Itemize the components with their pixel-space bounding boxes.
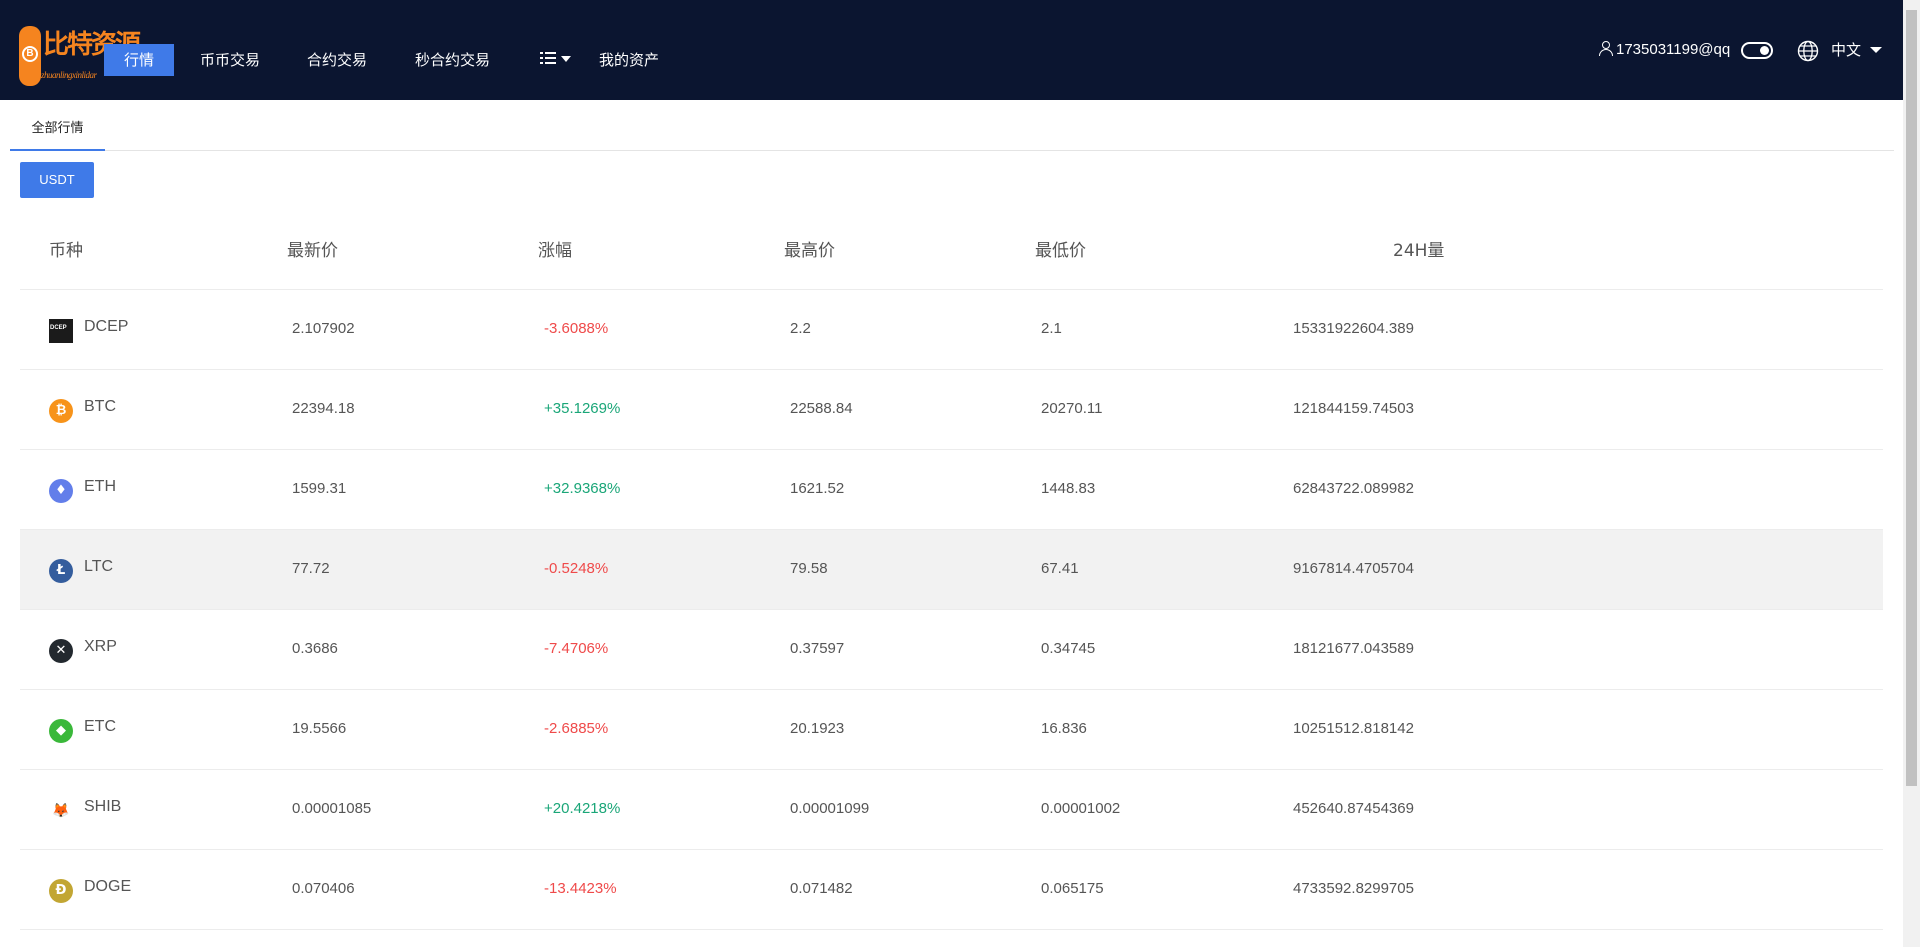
user-account-label: 1735031199@qq — [1616, 41, 1731, 58]
table-row[interactable]: ♦ ETH 1599.31 +32.9368% 1621.52 1448.83 … — [20, 450, 1883, 530]
volume-24h: 15331922604.389 — [1293, 320, 1414, 337]
chevron-down-icon — [561, 56, 571, 62]
column-header-low: 最低价 — [1035, 241, 1086, 261]
coin-name: DCEP — [84, 318, 129, 335]
volume-24h: 10251512.818142 — [1293, 720, 1414, 737]
latest-price: 0.3686 — [292, 640, 338, 657]
low-price: 2.1 — [1041, 320, 1062, 337]
column-header-high: 最高价 — [784, 241, 835, 261]
brand-logo[interactable]: B 比特资源 zhuanlingxinlidar — [19, 24, 141, 88]
coin-name: SHIB — [84, 798, 122, 815]
nav-item-second-contract[interactable]: 秒合约交易 — [415, 44, 490, 76]
nav-item-my-assets[interactable]: 我的资产 — [599, 44, 659, 76]
low-price: 0.065175 — [1041, 880, 1104, 897]
nav-item-market[interactable]: 行情 — [104, 44, 175, 76]
price-change: -13.4423% — [544, 880, 617, 897]
coin-name: ETC — [84, 718, 116, 735]
price-change: -0.5248% — [544, 560, 609, 577]
coin-name: LTC — [84, 558, 114, 575]
brand-subtitle: zhuanlingxinlidar — [41, 70, 97, 80]
column-header-volume: 24H量 — [1393, 241, 1445, 261]
high-price: 0.00001099 — [790, 800, 870, 817]
language-selector[interactable]: 中文 — [1831, 38, 1861, 62]
coin-name: ETH — [84, 478, 116, 495]
latest-price: 1599.31 — [292, 480, 347, 497]
scrollbar-thumb[interactable] — [1906, 10, 1917, 786]
dcep-icon: DCEP — [49, 319, 73, 343]
low-price: 20270.11 — [1041, 400, 1103, 417]
latest-price: 77.72 — [292, 560, 330, 577]
high-price: 0.071482 — [790, 880, 853, 897]
price-change: +35.1269% — [544, 400, 621, 417]
shib-icon: 🦊 — [49, 799, 73, 823]
column-header-change: 涨幅 — [538, 241, 572, 261]
low-price: 16.836 — [1041, 720, 1087, 737]
table-row[interactable]: Ł LTC 77.72 -0.5248% 79.58 67.41 9167814… — [20, 530, 1883, 610]
coin-name: BTC — [84, 398, 116, 415]
page: B 比特资源 zhuanlingxinlidar 行情 币币交易 合约交易 秒合… — [0, 0, 1920, 947]
nav-item-contract-trading[interactable]: 合约交易 — [307, 44, 367, 76]
volume-24h: 9167814.4705704 — [1293, 560, 1414, 577]
price-change: -3.6088% — [544, 320, 609, 337]
column-header-price: 最新价 — [287, 241, 338, 261]
low-price: 1448.83 — [1041, 480, 1096, 497]
market-table: 币种 最新价 涨幅 最高价 最低价 24H量 DCEP DCEP 2.10790… — [20, 208, 1883, 930]
etc-icon: ◆ — [49, 719, 73, 743]
globe-icon[interactable] — [1797, 40, 1819, 62]
xrp-icon: ✕ — [49, 639, 73, 663]
latest-price: 0.070406 — [292, 880, 355, 897]
table-row[interactable]: DCEP DCEP 2.107902 -3.6088% 2.2 2.1 1533… — [20, 290, 1883, 370]
table-row[interactable]: Ð DOGE 0.070406 -13.4423% 0.071482 0.065… — [20, 850, 1883, 930]
btc-icon: ₿ — [49, 399, 73, 423]
high-price: 1621.52 — [790, 480, 845, 497]
table-header: 币种 最新价 涨幅 最高价 最低价 24H量 — [20, 208, 1883, 290]
volume-24h: 452640.87454369 — [1293, 800, 1414, 817]
user-icon — [1598, 40, 1614, 56]
high-price: 79.58 — [790, 560, 828, 577]
top-navbar: B 比特资源 zhuanlingxinlidar 行情 币币交易 合约交易 秒合… — [0, 0, 1903, 100]
price-change: +20.4218% — [544, 800, 621, 817]
bitcoin-logo-icon: B — [22, 46, 38, 62]
table-row[interactable]: ✕ XRP 0.3686 -7.4706% 0.37597 0.34745 18… — [20, 610, 1883, 690]
price-change: -7.4706% — [544, 640, 609, 657]
nav-item-spot-trading[interactable]: 币币交易 — [200, 44, 260, 76]
market-tabs: 全部行情 — [10, 100, 1894, 151]
table-row[interactable]: ₿ BTC 22394.18 +35.1269% 22588.84 20270.… — [20, 370, 1883, 450]
volume-24h: 4733592.8299705 — [1293, 880, 1414, 897]
volume-24h: 18121677.043589 — [1293, 640, 1414, 657]
coin-name: DOGE — [84, 878, 132, 895]
table-row[interactable]: 🦊 SHIB 0.00001085 +20.4218% 0.00001099 0… — [20, 770, 1883, 850]
volume-24h: 62843722.089982 — [1293, 480, 1414, 497]
high-price: 22588.84 — [790, 400, 853, 417]
latest-price: 22394.18 — [292, 400, 355, 417]
toggle-knob — [1760, 46, 1769, 55]
high-price: 20.1923 — [790, 720, 845, 737]
low-price: 0.00001002 — [1041, 800, 1121, 817]
logo-badge: B — [19, 26, 41, 86]
volume-24h: 121844159.74503 — [1293, 400, 1414, 417]
latest-price: 0.00001085 — [292, 800, 372, 817]
theme-toggle[interactable] — [1741, 42, 1773, 59]
high-price: 0.37597 — [790, 640, 845, 657]
ltc-icon: Ł — [49, 559, 73, 583]
table-row[interactable]: ◆ ETC 19.5566 -2.6885% 20.1923 16.836 10… — [20, 690, 1883, 770]
latest-price: 19.5566 — [292, 720, 347, 737]
doge-icon: Ð — [49, 879, 73, 903]
coin-name: XRP — [84, 638, 117, 655]
low-price: 0.34745 — [1041, 640, 1096, 657]
low-price: 67.41 — [1041, 560, 1079, 577]
usdt-button[interactable]: USDT — [20, 162, 94, 198]
high-price: 2.2 — [790, 320, 811, 337]
chevron-down-icon[interactable] — [1870, 47, 1882, 53]
price-change: +32.9368% — [544, 480, 621, 497]
price-change: -2.6885% — [544, 720, 609, 737]
latest-price: 2.107902 — [292, 320, 355, 337]
column-header-coin: 币种 — [49, 241, 83, 261]
list-icon[interactable] — [539, 50, 573, 70]
tab-all-markets[interactable]: 全部行情 — [10, 100, 105, 151]
user-account[interactable]: 1735031199@qq — [1598, 38, 1730, 62]
eth-icon: ♦ — [49, 479, 73, 503]
